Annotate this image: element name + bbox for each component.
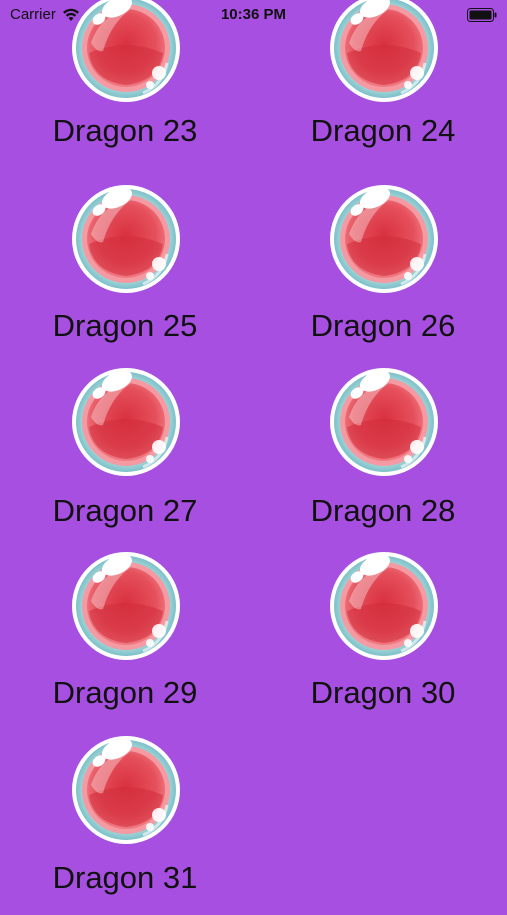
dragon-egg-icon — [71, 735, 181, 845]
dragon-egg-icon — [329, 184, 439, 294]
dragon-label: Dragon 28 — [310, 493, 456, 528]
dragon-egg-icon — [329, 367, 439, 477]
dragon-cell-28[interactable]: Dragon 28 — [283, 367, 483, 547]
dragon-egg-icon — [71, 367, 181, 477]
battery-icon — [467, 8, 497, 22]
dragon-cell-26[interactable]: Dragon 26 — [283, 184, 483, 364]
dragon-label: Dragon 30 — [310, 675, 456, 710]
dragon-label: Dragon 24 — [310, 113, 456, 148]
dragon-label: Dragon 27 — [52, 493, 198, 528]
dragon-cell-30[interactable]: Dragon 30 — [283, 551, 483, 731]
dragon-label: Dragon 25 — [52, 308, 198, 343]
dragon-egg-icon — [71, 551, 181, 661]
status-bar: Carrier 10:36 PM — [0, 0, 507, 30]
dragon-grid: Dragon 23 Dragon 24 Dragon 25 Dragon 26 … — [0, 0, 507, 900]
dragon-cell-31[interactable]: Dragon 31 — [25, 735, 225, 915]
dragon-cell-29[interactable]: Dragon 29 — [25, 551, 225, 731]
dragon-egg-icon — [329, 551, 439, 661]
dragon-label: Dragon 26 — [310, 308, 456, 343]
dragon-cell-25[interactable]: Dragon 25 — [25, 184, 225, 364]
status-time: 10:36 PM — [220, 6, 287, 23]
dragon-egg-icon — [71, 184, 181, 294]
dragon-label: Dragon 31 — [52, 860, 198, 895]
dragon-cell-27[interactable]: Dragon 27 — [25, 367, 225, 547]
dragon-label: Dragon 29 — [52, 675, 198, 710]
dragon-label: Dragon 23 — [52, 113, 198, 148]
